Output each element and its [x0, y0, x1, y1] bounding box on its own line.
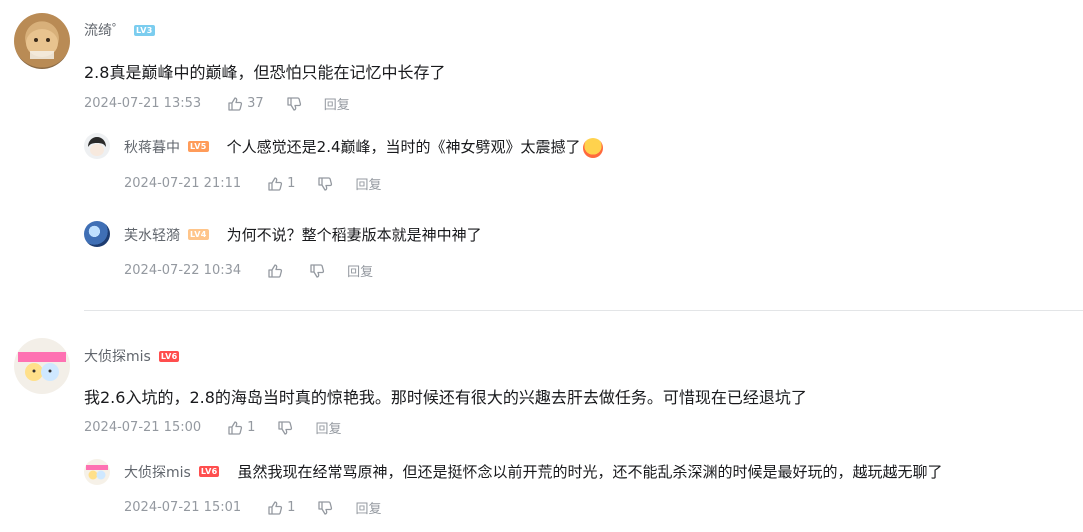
- reply-button[interactable]: 回复: [324, 94, 350, 113]
- dislike-button[interactable]: [277, 420, 293, 436]
- level-badge: LV3: [134, 24, 155, 36]
- reply-time: 2024-07-22 10:34: [124, 263, 242, 278]
- level-badge: LV5: [188, 141, 209, 153]
- avatar[interactable]: [14, 13, 70, 69]
- like-button[interactable]: 1: [267, 176, 295, 192]
- dislike-button[interactable]: [286, 96, 302, 112]
- cat-avatar-icon: [26, 29, 58, 59]
- level-badge: LV4: [188, 229, 209, 240]
- username-label[interactable]: 流绮゜: [84, 20, 126, 40]
- thumbs-up-icon: [228, 420, 243, 435]
- reply-row: 大侦探mis LV6 虽然我现在经常骂原神，但还是挺怀念以前开荒的时光，还不能乱…: [124, 461, 943, 482]
- comment-time: 2024-07-21 13:53: [84, 96, 202, 111]
- avatar[interactable]: [84, 221, 110, 247]
- dislike-button[interactable]: [309, 263, 325, 279]
- avatar[interactable]: [84, 459, 110, 485]
- like-button[interactable]: 37: [227, 96, 264, 112]
- like-button[interactable]: 1: [267, 500, 295, 516]
- reply-row: 秋蒋暮中 LV5 个人感觉还是2.4巅峰，当时的《神女劈观》太震撼了: [124, 136, 603, 158]
- reply-text: 个人感觉还是2.4巅峰，当时的《神女劈观》太震撼了: [226, 138, 581, 156]
- thumbs-up-icon: [268, 263, 283, 278]
- avatar[interactable]: [84, 133, 110, 159]
- comment-time: 2024-07-21 15:00: [84, 420, 202, 435]
- avatar[interactable]: [14, 338, 70, 394]
- thumbs-up-icon: [268, 500, 283, 515]
- reply-button[interactable]: 回复: [347, 261, 373, 280]
- reply-button[interactable]: 回复: [315, 418, 341, 437]
- username-label[interactable]: 秋蒋暮中: [124, 137, 180, 157]
- comment-content: 2.8真是巅峰中的巅峰，但恐怕只能在记忆中长存了: [84, 63, 446, 82]
- like-count: 1: [247, 420, 256, 435]
- thumbs-down-icon: [318, 176, 333, 191]
- reply-content: 虽然我现在经常骂原神，但还是挺怀念以前开荒的时光，还不能乱杀深渊的时候是最好玩的…: [237, 463, 943, 481]
- character-avatar-icon: [86, 465, 108, 480]
- level-badge: LV6: [158, 350, 180, 362]
- reply-button[interactable]: 回复: [355, 174, 381, 193]
- thumbs-down-icon: [287, 96, 301, 111]
- comment-content: 我2.6入坑的，2.8的海岛当时真的惊艳我。那时候还有很大的兴趣去肝去做任务。可…: [84, 388, 807, 407]
- reply-meta: 2024-07-21 21:11 1 回复: [124, 174, 381, 193]
- dislike-button[interactable]: [317, 176, 333, 192]
- like-button[interactable]: 1: [227, 420, 255, 436]
- character-avatar-icon: [18, 352, 66, 381]
- level-badge: LV6: [198, 466, 220, 477]
- reply-meta: 2024-07-21 15:01 1 回复: [124, 498, 381, 517]
- reply-content: 为何不说？整个稻妻版本就是神中神了: [226, 226, 482, 244]
- comment-divider: [84, 310, 1083, 311]
- thumbs-up-icon: [228, 96, 243, 111]
- crying-emoji-icon: [582, 137, 603, 158]
- reply-time: 2024-07-21 21:11: [124, 176, 242, 191]
- username-label[interactable]: 大侦探mis: [84, 346, 151, 366]
- thumbs-down-icon: [310, 263, 325, 278]
- like-count: 1: [287, 500, 296, 515]
- reply-time: 2024-07-21 15:01: [124, 500, 242, 515]
- thumbs-down-icon: [318, 500, 333, 515]
- comment-username[interactable]: 大侦探mis LV6: [84, 346, 180, 366]
- username-label[interactable]: 大侦探mis: [124, 462, 191, 482]
- like-button[interactable]: [267, 263, 287, 279]
- comment-username[interactable]: 流绮゜ LV3: [84, 20, 155, 40]
- comment-meta: 2024-07-21 15:00 1 回复: [84, 418, 341, 437]
- reply-content: 个人感觉还是2.4巅峰，当时的《神女劈观》太震撼了: [227, 136, 603, 158]
- username-label[interactable]: 芙水轻漪: [124, 225, 180, 245]
- like-count: 37: [247, 96, 264, 111]
- reply-row: 芙水轻漪 LV4 为何不说？整个稻妻版本就是神中神了: [124, 224, 482, 245]
- thumbs-down-icon: [278, 420, 293, 435]
- comment-meta: 2024-07-21 13:53 37 回复: [84, 94, 350, 113]
- like-count: 1: [287, 176, 296, 191]
- dislike-button[interactable]: [317, 500, 333, 516]
- reply-meta: 2024-07-22 10:34 回复: [124, 261, 373, 280]
- anime-avatar-icon: [88, 137, 106, 156]
- thumbs-up-icon: [268, 176, 283, 191]
- reply-button[interactable]: 回复: [355, 498, 381, 517]
